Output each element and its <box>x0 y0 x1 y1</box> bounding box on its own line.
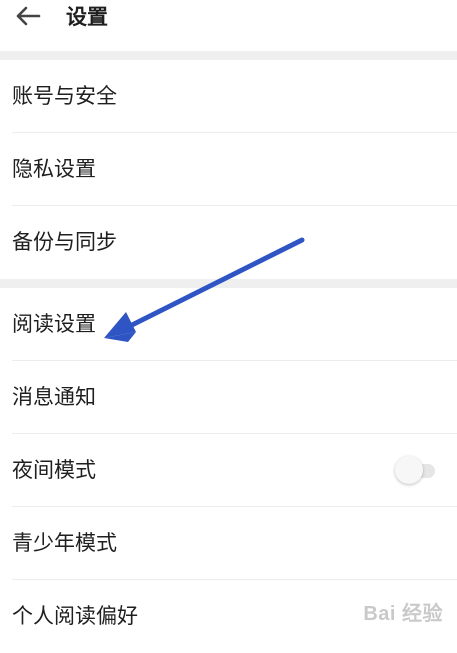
message-notification-label: 消息通知 <box>12 384 96 409</box>
night-mode-toggle[interactable] <box>395 456 439 484</box>
privacy-settings-item[interactable]: 隐私设置 <box>12 133 457 206</box>
account-security-label: 账号与安全 <box>12 83 117 108</box>
reading-settings-label: 阅读设置 <box>12 311 96 336</box>
backup-sync-label: 备份与同步 <box>12 230 117 254</box>
reading-preference-label: 个人阅读偏好 <box>12 604 138 628</box>
section-divider <box>0 51 457 60</box>
privacy-settings-label: 隐私设置 <box>12 156 96 181</box>
teen-mode-label: 青少年模式 <box>12 530 117 555</box>
backup-sync-item[interactable]: 备份与同步 <box>12 206 457 279</box>
watermark-text: Bai 经验 <box>363 603 443 625</box>
page-title: 设置 <box>66 5 108 29</box>
arrow-left-icon <box>16 6 41 26</box>
settings-group-account: 账号与安全 隐私设置 备份与同步 <box>0 60 457 279</box>
night-mode-label: 夜间模式 <box>12 457 96 482</box>
teen-mode-item[interactable]: 青少年模式 <box>12 507 457 580</box>
night-mode-item[interactable]: 夜间模式 <box>12 434 457 507</box>
watermark: Bai 经验 <box>363 597 443 626</box>
message-notification-item[interactable]: 消息通知 <box>12 361 457 434</box>
back-button[interactable] <box>0 0 56 36</box>
account-security-item[interactable]: 账号与安全 <box>12 60 457 133</box>
reading-settings-item[interactable]: 阅读设置 <box>12 288 457 361</box>
toggle-knob <box>395 456 423 484</box>
section-divider <box>0 279 457 288</box>
top-bar: 设置 <box>0 0 457 48</box>
